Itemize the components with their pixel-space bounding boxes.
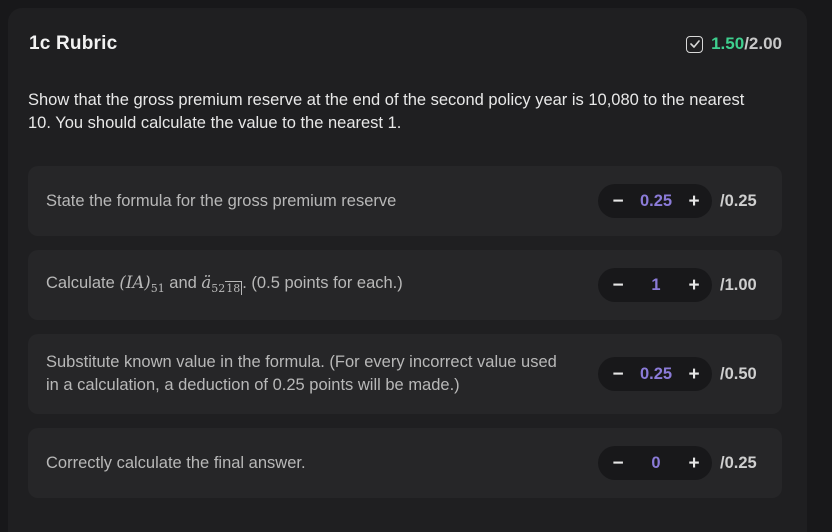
score-total: /2.00 [744,34,782,53]
points-stepper: − 0.25 + [598,184,712,218]
max-points: /0.25 [720,191,757,210]
increment-button[interactable]: + [686,454,702,473]
criterion-text-prefix: Calculate [46,273,115,292]
points-value[interactable]: 0.25 [640,192,672,211]
criterion-controls: − 0 + /0.25 [598,446,764,480]
rubric-title: 1c Rubric [29,33,118,54]
rubric-card: 1c Rubric 1.50/2.00 Show that the gross … [8,8,807,532]
points-value[interactable]: 1 [651,276,660,295]
criterion-controls: − 1 + /1.00 [598,268,764,302]
score-earned: 1.50 [711,34,745,53]
criterion-text: Calculate (IA)51 and ä5218. (0.5 points … [46,271,403,300]
max-points: /0.50 [720,364,757,383]
criterion-text: State the formula for the gross premium … [46,191,397,210]
rubric-header: 1c Rubric 1.50/2.00 [29,32,782,56]
math-ia-expression: (IA)51 [119,272,165,295]
criterion-text: Substitute known value in the formula. (… [46,353,557,394]
total-score: 1.50/2.00 [686,34,782,54]
points-value[interactable]: 0.25 [640,365,672,384]
criterion-text: Correctly calculate the final answer. [46,453,306,472]
points-stepper: − 0 + [598,446,712,480]
criterion-row: State the formula for the gross premium … [28,166,782,236]
criterion-controls: − 0.25 + /0.25 [598,184,764,218]
criterion-text-mid: and [169,273,197,292]
criterion-row: Correctly calculate the final answer. − … [28,428,782,498]
criterion-row: Substitute known value in the formula. (… [28,334,782,414]
decrement-button[interactable]: − [610,454,626,473]
points-value[interactable]: 0 [651,454,660,473]
max-points: /0.25 [720,453,757,472]
decrement-button[interactable]: − [610,276,626,295]
math-annuity-expression: ä5218 [201,272,243,295]
criterion-controls: − 0.25 + /0.50 [598,357,764,391]
criteria-list: State the formula for the gross premium … [28,166,782,498]
points-stepper: − 0.25 + [598,357,712,391]
criterion-row: Calculate (IA)51 and ä5218. (0.5 points … [28,250,782,320]
increment-button[interactable]: + [686,276,702,295]
max-points: /1.00 [720,275,757,294]
points-stepper: − 1 + [598,268,712,302]
decrement-button[interactable]: − [610,365,626,384]
increment-button[interactable]: + [686,192,702,211]
question-text: Show that the gross premium reserve at t… [28,91,745,132]
increment-button[interactable]: + [686,365,702,384]
checkbox-check-icon [686,35,704,53]
criterion-text-suffix: . (0.5 points for each.) [242,273,403,292]
decrement-button[interactable]: − [610,192,626,211]
